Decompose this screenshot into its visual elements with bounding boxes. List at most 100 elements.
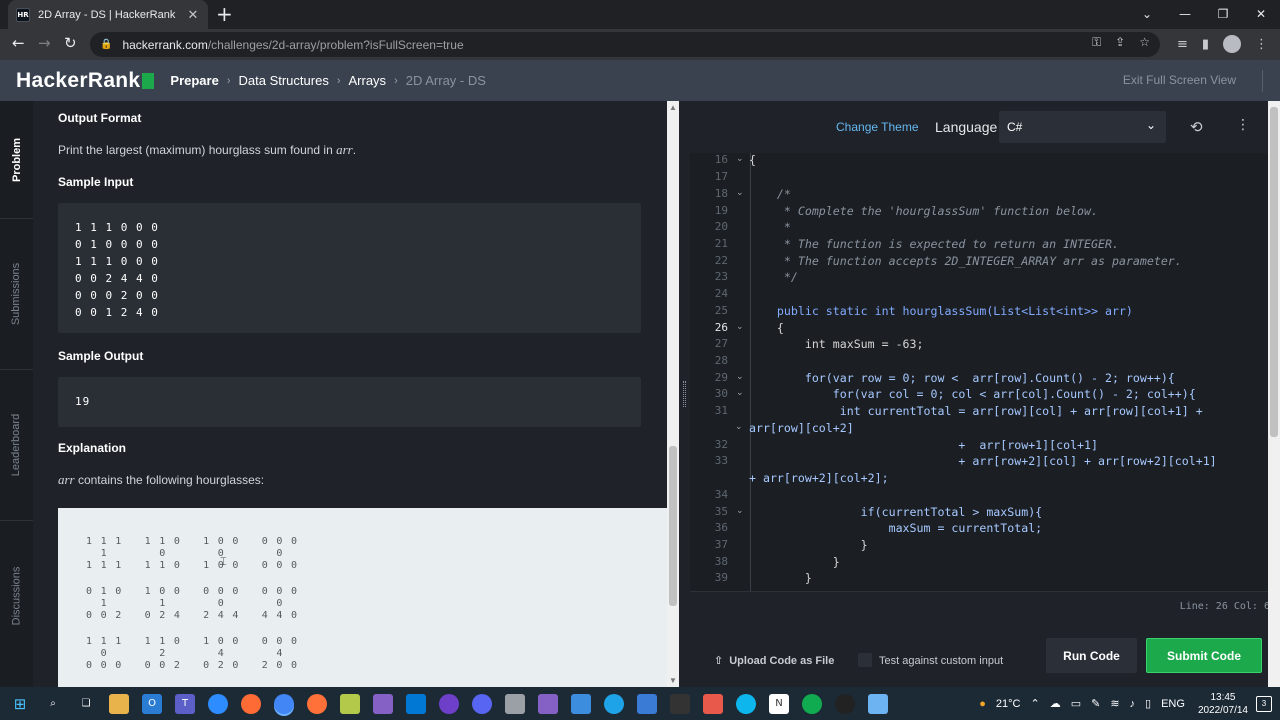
custom-input-label[interactable]: Test against custom input (879, 655, 1003, 667)
zoom-icon[interactable] (208, 693, 228, 714)
problem-scrollbar[interactable]: ▲ ▼ (667, 101, 679, 687)
breadcrumb-data-structures[interactable]: Data Structures (239, 73, 329, 88)
clock[interactable]: 13:45 2022/07/14 (1198, 691, 1248, 717)
tab-problem[interactable]: Problem (0, 101, 33, 218)
minimize-button[interactable]: — (1166, 0, 1204, 29)
breadcrumb-prepare[interactable]: Prepare (170, 73, 218, 88)
reload-icon[interactable]: ↻ (64, 34, 77, 52)
scroll-down-icon[interactable]: ▼ (669, 676, 677, 685)
key-icon[interactable]: ⚿ (1092, 35, 1101, 50)
file-explorer-icon[interactable] (109, 693, 129, 714)
task-view-icon[interactable]: ❏ (76, 694, 96, 714)
output-format-end: . (352, 143, 357, 157)
browser-tab[interactable]: HR 2D Array - DS | HackerRank ✕ (8, 0, 208, 29)
fold-chevron-icon[interactable]: ⌄ (736, 322, 744, 332)
editor-scroll-thumb[interactable] (1270, 107, 1278, 437)
maximize-button[interactable]: ❐ (1204, 0, 1242, 29)
scroll-up-icon[interactable]: ▲ (669, 103, 677, 112)
security-icon[interactable] (637, 693, 657, 714)
docker-icon[interactable] (736, 693, 756, 714)
weather-icon[interactable]: ● (979, 698, 986, 710)
fold-chevron-icon[interactable]: ⌄ (736, 506, 744, 516)
sample-output-box: 19 (58, 377, 641, 427)
pen-app-icon[interactable] (241, 693, 261, 714)
code-editor[interactable]: 16 17 18 19 20 21 22 23 24 25 26 27 28 2… (690, 153, 1268, 591)
mongodb-compass-icon[interactable] (802, 693, 822, 714)
problem-scroll-thumb[interactable] (669, 446, 677, 606)
github-desktop-icon[interactable] (439, 693, 459, 714)
azure-data-studio-icon[interactable] (604, 693, 624, 714)
visual-studio-icon[interactable] (538, 693, 558, 714)
volume-icon[interactable]: ♪ (1130, 698, 1136, 710)
git-icon[interactable] (703, 693, 723, 714)
fold-chevron-icon[interactable]: ⌄ (736, 388, 744, 398)
submit-code-button[interactable]: Submit Code (1146, 638, 1262, 673)
fold-chevron-icon[interactable]: ⌄ (736, 154, 744, 164)
url-field[interactable]: 🔒 hackerrank.com/challenges/2d-array/pro… (90, 32, 1160, 57)
hackerrank-logo[interactable]: HackerRank (16, 69, 155, 93)
hourglass-line: 1 1 1 1 1 0 1 0 0 0 0 0 (86, 536, 299, 547)
forward-icon[interactable]: → (38, 34, 51, 52)
notepad-icon[interactable] (868, 693, 888, 714)
problem-panel: Output Format Print the largest (maximum… (33, 101, 667, 687)
language-select[interactable]: C# ⌄ (999, 111, 1166, 143)
custom-input-checkbox[interactable] (858, 653, 872, 667)
upload-code-button[interactable]: ⇧ Upload Code as File (714, 654, 834, 667)
notion-icon[interactable]: N (769, 693, 789, 714)
profile-avatar[interactable] (1223, 35, 1241, 53)
obs-icon[interactable] (835, 693, 855, 714)
drag-handle-icon[interactable] (683, 381, 686, 407)
discord-icon[interactable] (472, 693, 492, 714)
sample-input-box: 1 1 1 0 0 0 0 1 0 0 0 0 1 1 1 0 0 0 0 0 … (58, 203, 641, 333)
exit-fullscreen-link[interactable]: Exit Full Screen View (1123, 73, 1236, 87)
teams-icon[interactable]: T (175, 693, 195, 714)
vscode-icon[interactable] (406, 693, 426, 714)
side-panel-icon[interactable]: ▮ (1202, 37, 1209, 52)
input-language[interactable]: ENG (1161, 698, 1185, 710)
tab-submissions[interactable]: Submissions (0, 219, 33, 369)
terminal-icon[interactable] (670, 693, 690, 714)
side-tabs: Problem Submissions Leaderboard Discussi… (0, 101, 33, 687)
battery-icon[interactable]: ▯ (1145, 697, 1151, 710)
app-icon[interactable] (571, 693, 591, 714)
breadcrumb-arrays[interactable]: Arrays (349, 73, 387, 88)
code-line: /* (749, 187, 791, 201)
notifications-icon[interactable]: 3 (1256, 695, 1272, 712)
share-icon[interactable]: ⇪ (1115, 35, 1125, 50)
close-window-button[interactable]: ✕ (1242, 0, 1280, 29)
run-code-button[interactable]: Run Code (1046, 638, 1137, 673)
pen-icon[interactable]: ✎ (1091, 697, 1100, 710)
line-number: 22 (714, 254, 728, 267)
restore-code-icon[interactable]: ⟲ (1190, 118, 1203, 136)
tray-chevron-icon[interactable]: ⌃ (1030, 697, 1039, 710)
search-icon[interactable]: ⌕ (43, 694, 63, 714)
outlook-icon[interactable]: O (142, 693, 162, 714)
firefox-icon[interactable] (307, 693, 327, 714)
new-tab-button[interactable]: + (216, 4, 233, 24)
hourglass-line: 0 0 0 0 0 2 0 2 0 2 0 0 (86, 660, 299, 671)
panel-splitter[interactable] (679, 101, 690, 687)
chrome-icon[interactable] (274, 693, 294, 714)
fold-chevron-icon[interactable]: ⌄ (736, 188, 744, 198)
app-icon[interactable] (505, 693, 525, 714)
more-options-icon[interactable]: ⋮ (1236, 117, 1250, 133)
change-theme-button[interactable]: Change Theme (836, 120, 919, 134)
app-icon[interactable] (340, 693, 360, 714)
back-icon[interactable]: ← (12, 34, 25, 52)
wifi-icon[interactable]: ≋ (1110, 697, 1119, 710)
star-icon[interactable]: ☆ (1139, 35, 1150, 50)
media-icon[interactable]: ≡ (1177, 37, 1188, 52)
onedrive-icon[interactable]: ☁ (1050, 697, 1061, 710)
tab-leaderboard[interactable]: Leaderboard (0, 370, 33, 520)
visual-studio-icon[interactable] (373, 693, 393, 714)
tab-search-icon[interactable]: ⌄ (1128, 0, 1166, 29)
menu-icon[interactable]: ⋮ (1255, 37, 1268, 52)
close-tab-icon[interactable]: ✕ (186, 7, 200, 23)
network-icon[interactable]: ▭ (1071, 697, 1081, 710)
editor-page-scrollbar[interactable] (1268, 101, 1280, 687)
windows-start-icon[interactable]: ⊞ (10, 694, 30, 714)
weather-temp[interactable]: 21°C (996, 698, 1021, 710)
fold-chevron-icon[interactable]: ⌄ (736, 372, 744, 382)
fold-chevron-icon[interactable]: ⌄ (735, 422, 743, 432)
tab-discussions[interactable]: Discussions (0, 521, 33, 671)
